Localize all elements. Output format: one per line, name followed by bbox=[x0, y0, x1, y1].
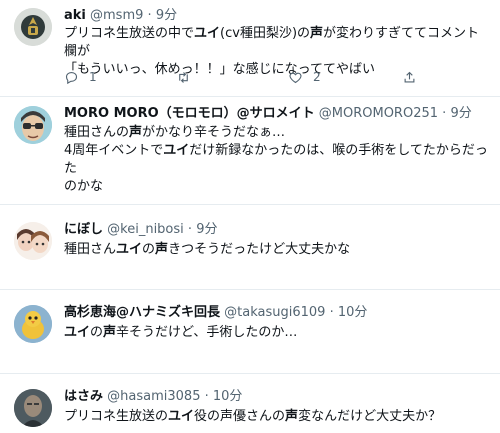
like-button[interactable]: 2 bbox=[288, 68, 321, 86]
reply-icon bbox=[65, 71, 78, 84]
reply-button[interactable]: 1 bbox=[64, 68, 97, 86]
user-handle[interactable]: @MOROMORO251 bbox=[319, 106, 438, 121]
tweet-text: ユイの声辛そうだけど、手術したのか… bbox=[64, 324, 489, 342]
text-run: 4周年イベントで bbox=[64, 143, 164, 158]
display-name[interactable]: にぼし bbox=[64, 222, 103, 237]
highlight-keyword: 声 bbox=[285, 409, 299, 424]
text-run: 種田さん bbox=[64, 242, 117, 257]
tweet[interactable]: aki @msm9 · 9分 プリコネ生放送の中でユイ(cv種田梨沙)の声が変わ… bbox=[0, 0, 500, 97]
display-name[interactable]: aki bbox=[64, 8, 86, 23]
text-run: きつそうだったけど大丈夫かな bbox=[168, 242, 351, 257]
timestamp[interactable]: 10分 bbox=[338, 305, 368, 320]
avatar-anime-pair-image bbox=[14, 222, 52, 260]
avatar-emblem-image bbox=[14, 8, 52, 46]
tweet[interactable]: にぼし @kei_nibosi · 9分 種田さんユイの声きつそうだったけど大丈… bbox=[0, 204, 500, 290]
tweet-text: 種田さんユイの声きつそうだったけど大丈夫かな bbox=[64, 241, 489, 259]
tweet-actions: 1 2 bbox=[64, 68, 424, 86]
tweet-text: プリコネ生放送のユイ役の声優さんの声変なんだけど大丈夫か？ bbox=[64, 408, 489, 426]
share-button[interactable] bbox=[402, 68, 417, 86]
tweet-line: プリコネ生放送のユイ役の声優さんの声変なんだけど大丈夫か？ bbox=[64, 408, 489, 426]
tweet-header: はさみ @hasami3085 · 10分 bbox=[64, 389, 242, 405]
tweet-header: 高杉恵海@ハナミズキ回長 @takasugi6109 · 10分 bbox=[64, 305, 367, 321]
display-name[interactable]: 高杉恵海@ハナミズキ回長 bbox=[64, 305, 220, 320]
tweet-line: 種田さんの声がかなり辛そうだなぁ… bbox=[64, 124, 489, 142]
highlight-keyword: ユイ bbox=[163, 143, 190, 158]
avatar[interactable] bbox=[14, 222, 52, 260]
tweet[interactable]: 高杉恵海@ハナミズキ回長 @takasugi6109 · 10分 ユイの声辛そう… bbox=[0, 289, 500, 374]
tweet-text: 種田さんの声がかなり辛そうだなぁ… 4周年イベントでユイだけ新録なかったのは、喉… bbox=[64, 124, 489, 196]
share-icon bbox=[404, 71, 415, 82]
text-run: プリコネ生放送の中で bbox=[64, 26, 195, 41]
display-name[interactable]: はさみ bbox=[64, 389, 103, 404]
user-handle[interactable]: @takasugi6109 bbox=[224, 305, 325, 320]
text-run: の bbox=[90, 325, 104, 340]
tweet-line: 種田さんユイの声きつそうだったけど大丈夫かな bbox=[64, 241, 489, 259]
timestamp[interactable]: 9分 bbox=[450, 106, 471, 121]
avatar[interactable] bbox=[14, 389, 52, 427]
separator: · bbox=[204, 389, 209, 404]
avatar[interactable] bbox=[14, 305, 52, 343]
tweet-header: MORO MORO（モロモロ）@サロメイト @MOROMORO251 · 9分 bbox=[64, 106, 472, 122]
display-name[interactable]: MORO MORO（モロモロ）@サロメイト bbox=[64, 106, 315, 121]
text-run: 辛そうだけど、手術したのか… bbox=[116, 325, 298, 340]
text-run: プリコネ生放送の bbox=[64, 409, 169, 424]
user-handle[interactable]: @kei_nibosi bbox=[107, 222, 184, 237]
timestamp[interactable]: 9分 bbox=[156, 8, 177, 23]
timestamp[interactable]: 10分 bbox=[213, 389, 243, 404]
separator: · bbox=[442, 106, 447, 121]
avatar[interactable] bbox=[14, 106, 52, 144]
text-run: 種田さんの bbox=[64, 125, 130, 140]
reply-count: 1 bbox=[89, 70, 97, 84]
avatar-glasses-face-image bbox=[14, 106, 52, 144]
highlight-keyword: ユイ bbox=[168, 409, 195, 424]
highlight-keyword: 声 bbox=[129, 125, 143, 140]
user-handle[interactable]: @msm9 bbox=[90, 8, 143, 23]
tweet-line: 4周年イベントでユイだけ新録なかったのは、喉の手術をしてたからだった bbox=[64, 142, 489, 178]
text-run: 変なんだけど大丈夫か？ bbox=[298, 409, 442, 424]
avatar-person-image bbox=[14, 389, 52, 427]
text-run: のかな bbox=[64, 179, 104, 194]
separator: · bbox=[329, 305, 334, 320]
retweet-icon bbox=[179, 71, 188, 83]
separator: · bbox=[147, 8, 152, 23]
timestamp[interactable]: 9分 bbox=[196, 222, 217, 237]
text-run: 役の声優さんの bbox=[194, 409, 286, 424]
text-run: がかなり辛そうだなぁ… bbox=[142, 125, 286, 140]
tweet[interactable]: はさみ @hasami3085 · 10分 プリコネ生放送のユイ役の声優さんの声… bbox=[0, 373, 500, 433]
like-count: 2 bbox=[313, 70, 321, 84]
tweet-feed: aki @msm9 · 9分 プリコネ生放送の中でユイ(cv種田梨沙)の声が変わ… bbox=[0, 0, 500, 433]
user-handle[interactable]: @hasami3085 bbox=[107, 389, 200, 404]
tweet-header: にぼし @kei_nibosi · 9分 bbox=[64, 222, 217, 238]
highlight-keyword: 声 bbox=[103, 325, 117, 340]
tweet-header: aki @msm9 · 9分 bbox=[64, 8, 177, 24]
text-run: の bbox=[142, 242, 156, 257]
retweet-button[interactable] bbox=[176, 68, 191, 86]
highlight-keyword: ユイ bbox=[64, 325, 91, 340]
avatar[interactable] bbox=[14, 8, 52, 46]
tweet-line: ユイの声辛そうだけど、手術したのか… bbox=[64, 324, 489, 342]
separator: · bbox=[187, 222, 193, 237]
text-run: (cv種田梨沙)の bbox=[220, 26, 311, 41]
tweet-line: プリコネ生放送の中でユイ(cv種田梨沙)の声が変わりすぎててコメント欄が bbox=[64, 25, 489, 61]
tweet[interactable]: MORO MORO（モロモロ）@サロメイト @MOROMORO251 · 9分 … bbox=[0, 96, 500, 205]
highlight-keyword: ユイ bbox=[116, 242, 143, 257]
highlight-keyword: 声 bbox=[155, 242, 169, 257]
avatar-bird-image bbox=[14, 305, 52, 343]
like-icon bbox=[289, 72, 302, 83]
highlight-keyword: ユイ bbox=[194, 26, 221, 41]
tweet-line: のかな bbox=[64, 178, 489, 196]
highlight-keyword: 声 bbox=[310, 26, 324, 41]
